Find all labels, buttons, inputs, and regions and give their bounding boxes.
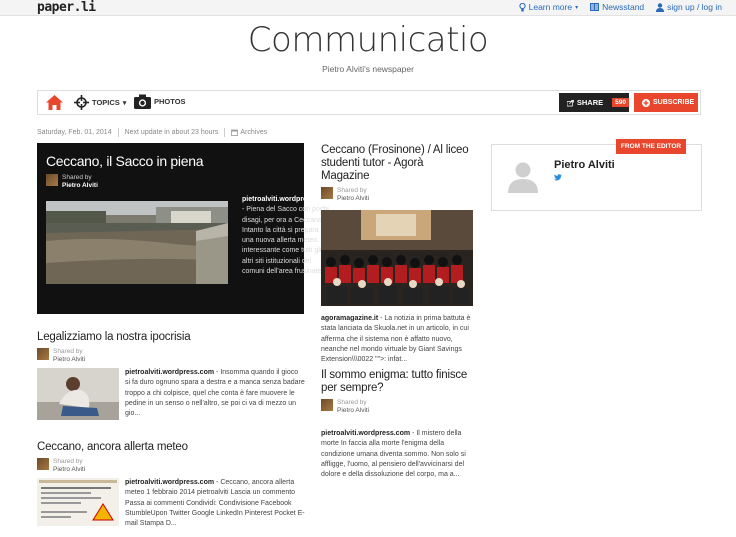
signup-login-label: sign up / log in: [667, 2, 722, 12]
shared-by-label: Shared by: [337, 187, 367, 194]
topics-dropdown[interactable]: TOPICS ▾: [74, 95, 126, 110]
shared-by-text: Shared by Pietro Alviti: [337, 399, 369, 415]
article-card[interactable]: Legalizziamo la nostra ipocrisia Shared …: [37, 331, 305, 420]
article-source[interactable]: pietroalviti.wordpress.com: [125, 479, 214, 486]
subscribe-button[interactable]: SUBSCRIBE: [634, 93, 698, 112]
shared-by-text: Shared by Pietro Alviti: [337, 187, 369, 203]
from-the-editor-badge: FROM THE EDITOR: [616, 139, 686, 154]
shared-by-label: Shared by: [62, 174, 92, 181]
shared-by: Shared by Pietro Alviti: [321, 187, 473, 203]
share-count-badge: 590: [612, 98, 629, 107]
signup-login-link[interactable]: sign up / log in: [656, 2, 722, 12]
learn-more-link[interactable]: Learn more ▾: [519, 2, 578, 12]
excerpt-text: - La notizia in prima battuta è stata la…: [321, 315, 471, 364]
paperli-logo[interactable]: paper.li: [37, 0, 96, 15]
article-excerpt: pietroalviti.wordpress.com - Il mistero …: [321, 429, 473, 480]
article-content: pietroalviti.wordpress.com - Ceccano, an…: [37, 478, 305, 529]
article-source[interactable]: pietroalviti.wordpress.com: [321, 430, 410, 437]
calendar-icon: [231, 129, 239, 136]
author-avatar[interactable]: [37, 348, 49, 360]
article-card[interactable]: Il sommo enigma: tutto finisce per sempr…: [321, 369, 473, 480]
top-bar: paper.li Learn more ▾ Newsstand sign up …: [0, 0, 736, 16]
editor-avatar-icon[interactable]: [508, 161, 538, 193]
plus-circle-icon: [642, 98, 650, 107]
author-name[interactable]: Pietro Alviti: [337, 407, 369, 414]
sad-person-image[interactable]: [37, 368, 119, 420]
subscribe-label: SUBSCRIBE: [653, 99, 695, 106]
author-name[interactable]: Pietro Alviti: [337, 195, 369, 202]
excerpt-text: - Insomma quando il gioco si fa duro ogn…: [125, 369, 305, 418]
lightbulb-icon: [519, 2, 526, 11]
article-title[interactable]: Ceccano, ancora allerta meteo: [37, 441, 305, 454]
students-group-image[interactable]: [321, 210, 473, 306]
excerpt-text: - Il mistero della morte In faccia alla …: [321, 430, 466, 479]
article-source[interactable]: agoramagazine.it: [321, 315, 378, 322]
archives-link[interactable]: Archives: [231, 129, 267, 136]
camera-icon: [134, 94, 151, 109]
crosshair-icon: [74, 95, 89, 110]
article-excerpt: agoramagazine.it - La notizia in prima b…: [321, 314, 473, 365]
user-icon: [656, 2, 665, 12]
divider: [224, 128, 226, 137]
share-label: SHARE: [576, 98, 604, 107]
newspaper-title[interactable]: Communicatio: [0, 20, 736, 60]
shared-by: Shared by Pietro Alviti: [46, 174, 98, 190]
newsstand-link[interactable]: Newsstand: [590, 2, 644, 12]
featured-article-title[interactable]: Ceccano, il Sacco in piena: [46, 153, 203, 169]
shared-by-label: Shared by: [53, 458, 83, 465]
article-source[interactable]: pietroalviti.wordpress.com: [242, 196, 331, 203]
shared-by: Shared by Pietro Alviti: [37, 348, 305, 364]
author-avatar[interactable]: [321, 399, 333, 411]
author-name[interactable]: Pietro Alviti: [53, 466, 85, 473]
share-icon: [567, 99, 574, 106]
weather-alert-image[interactable]: [37, 478, 119, 526]
topics-label: TOPICS: [92, 98, 120, 107]
article-source[interactable]: pietroalviti.wordpress.com: [125, 369, 214, 376]
shared-by-text: Shared by Pietro Alviti: [53, 348, 85, 364]
featured-article[interactable]: Ceccano, il Sacco in piena Shared by Pie…: [37, 143, 331, 314]
divider: [117, 128, 119, 137]
author-name[interactable]: Pietro Alviti: [53, 356, 85, 363]
edition-meta: Saturday, Feb. 01, 2014 Next update in a…: [37, 128, 267, 137]
caret-down-icon: ▾: [122, 99, 127, 107]
author-avatar[interactable]: [37, 458, 49, 470]
newspaper-subtitle: Pietro Alviti's newspaper: [322, 64, 414, 74]
shared-by-text: Shared by Pietro Alviti: [53, 458, 85, 474]
excerpt-text: - Ceccano, ancora allerta meteo 1 febbra…: [125, 479, 305, 528]
edition-date: Saturday, Feb. 01, 2014: [37, 129, 112, 136]
shared-by: Shared by Pietro Alviti: [37, 458, 305, 474]
top-links: Learn more ▾ Newsstand sign up / log in: [519, 2, 722, 12]
twitter-icon[interactable]: [554, 174, 562, 181]
shared-by-label: Shared by: [337, 399, 367, 406]
navigation-bar: TOPICS ▾ PHOTOS SHARE 590 SUBSCRIBE: [37, 90, 701, 115]
article-title[interactable]: Legalizziamo la nostra ipocrisia: [37, 331, 305, 344]
archives-label: Archives: [240, 129, 268, 136]
home-icon: [46, 95, 63, 110]
article-excerpt: pietroalviti.wordpress.com - Ceccano, an…: [125, 478, 305, 529]
shared-by-label: Shared by: [53, 348, 83, 355]
article-content: pietroalviti.wordpress.com - Insomma qua…: [37, 368, 305, 420]
newsstand-icon: [590, 3, 600, 11]
editor-name[interactable]: Pietro Alviti: [554, 159, 615, 171]
shared-by-text: Shared by Pietro Alviti: [62, 174, 98, 190]
article-card[interactable]: Ceccano (Frosinone) / Al liceo studenti …: [321, 144, 473, 365]
excerpt-text: - Piena del Sacco con pochi disagi, per …: [242, 206, 331, 276]
author-avatar[interactable]: [321, 187, 333, 199]
flood-river-image[interactable]: [46, 201, 228, 284]
article-card[interactable]: Ceccano, ancora allerta meteo Shared by …: [37, 441, 305, 529]
article-title[interactable]: Il sommo enigma: tutto finisce per sempr…: [321, 369, 473, 395]
author-avatar[interactable]: [46, 174, 58, 186]
photos-link[interactable]: PHOTOS: [134, 94, 186, 109]
caret-down-icon: ▾: [575, 4, 579, 11]
learn-more-label: Learn more: [528, 2, 573, 12]
author-name[interactable]: Pietro Alviti: [62, 182, 98, 189]
newsstand-label: Newsstand: [602, 2, 645, 12]
shared-by: Shared by Pietro Alviti: [321, 399, 473, 415]
share-button[interactable]: SHARE 590: [559, 93, 629, 112]
photos-label: PHOTOS: [154, 97, 186, 106]
next-update: Next update in about 23 hours: [124, 129, 219, 136]
article-excerpt: pietroalviti.wordpress.com - Insomma qua…: [125, 368, 305, 420]
article-title[interactable]: Ceccano (Frosinone) / Al liceo studenti …: [321, 144, 473, 183]
home-button[interactable]: [46, 95, 63, 115]
